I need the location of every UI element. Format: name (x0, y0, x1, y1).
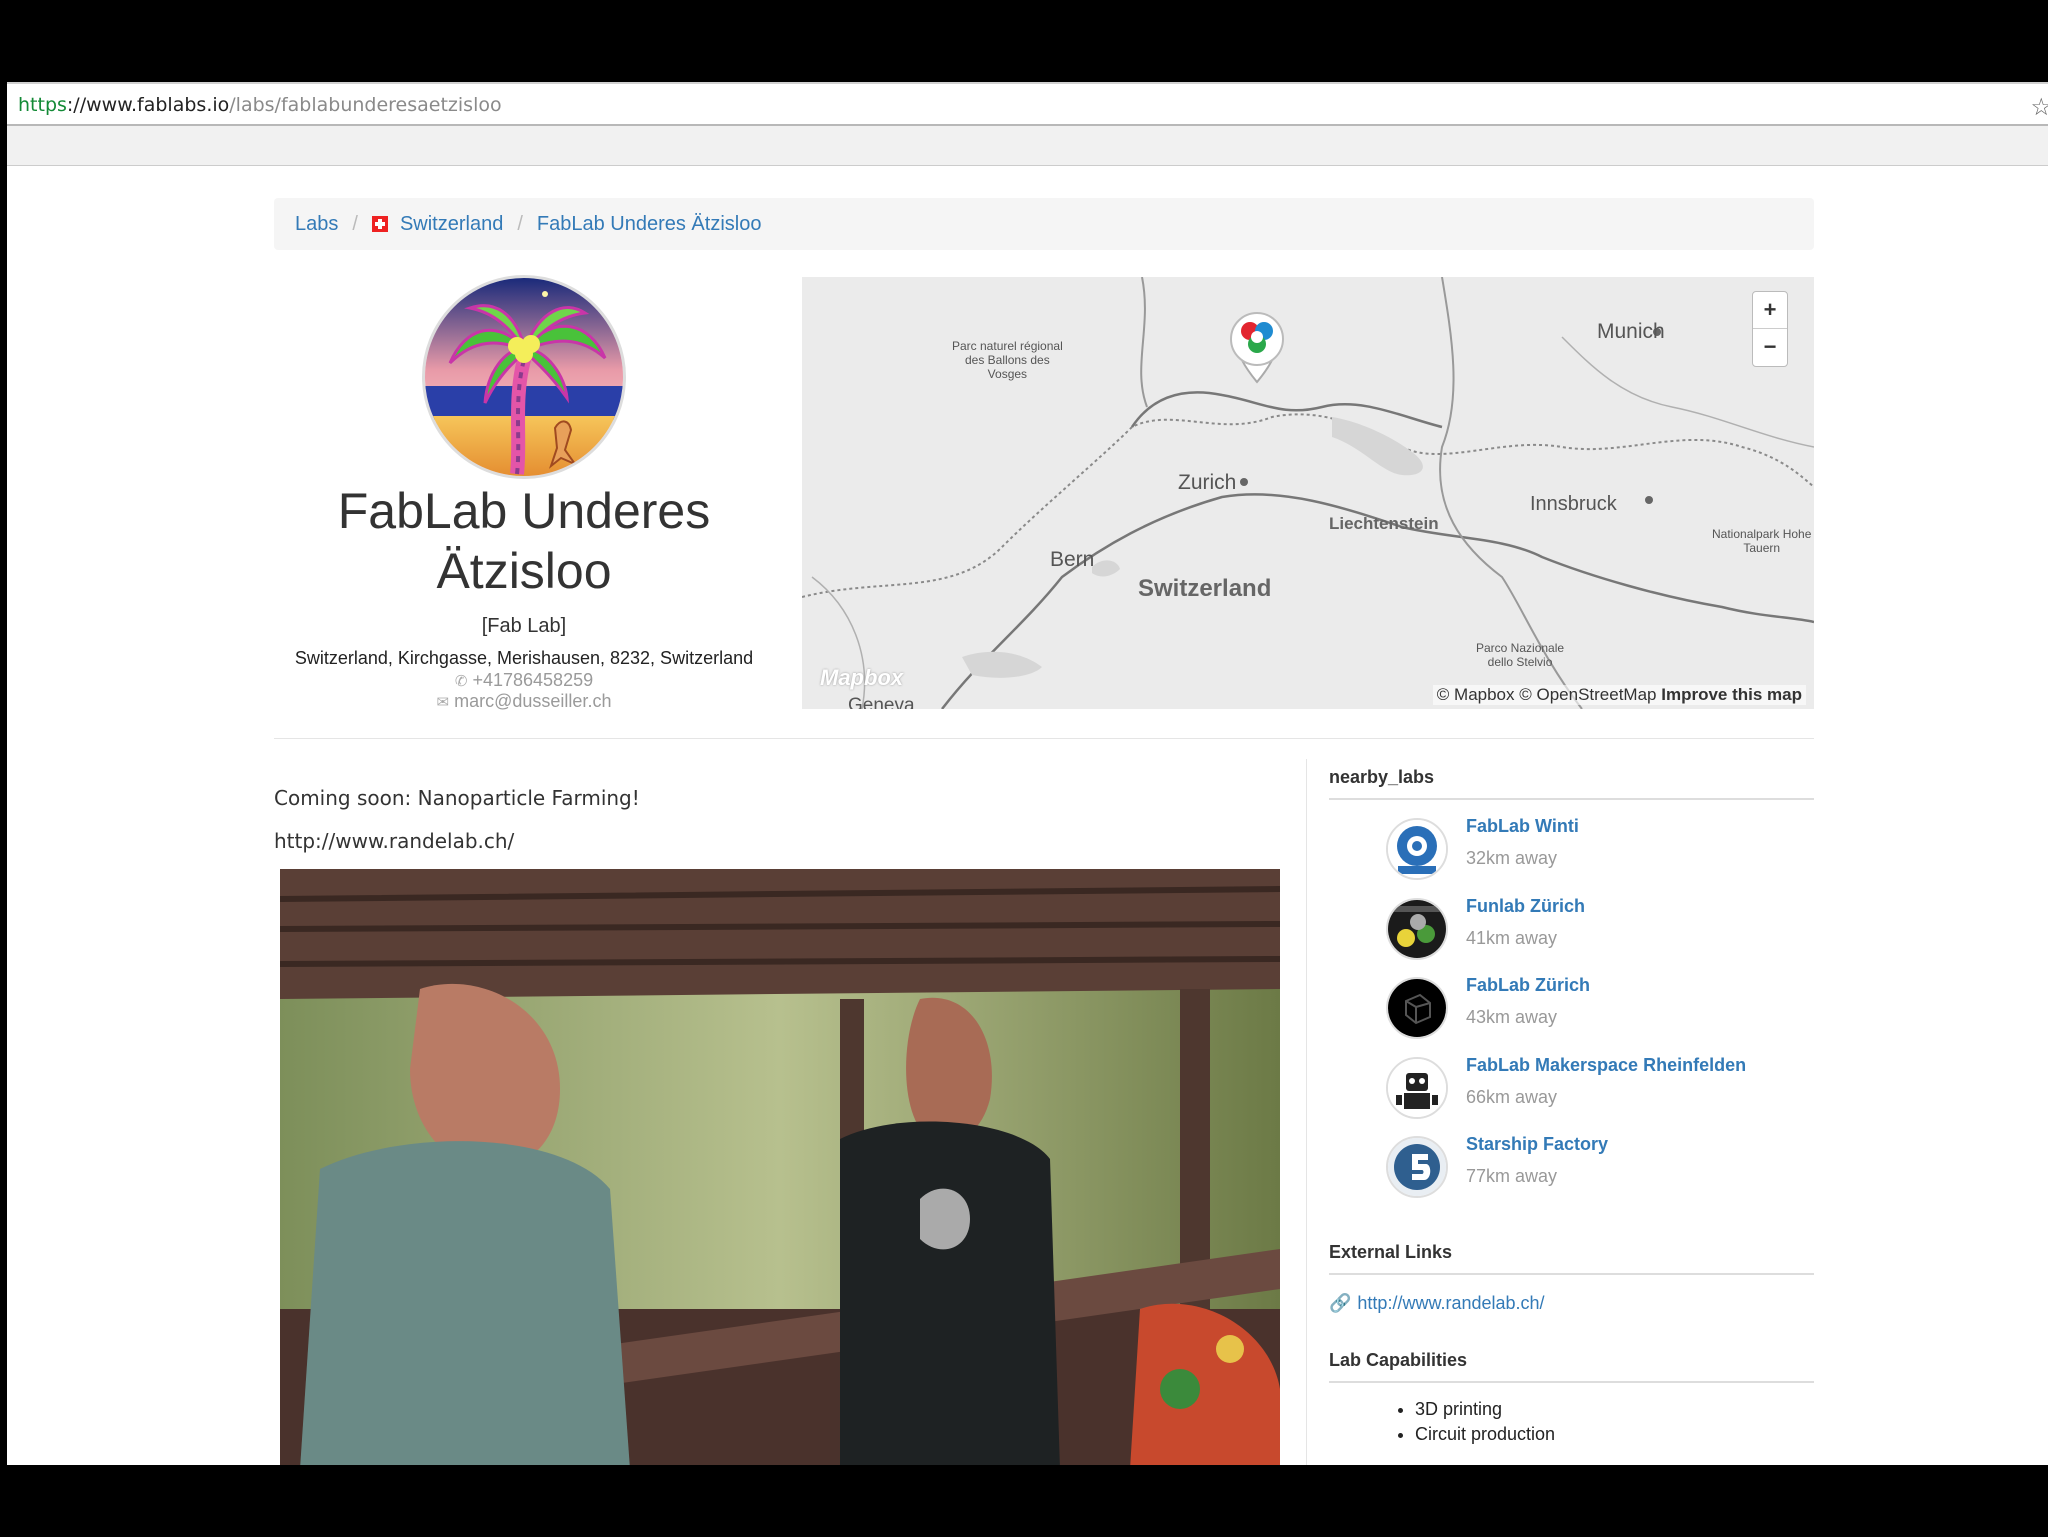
lab-title: FabLab Underes Ätzisloo (337, 483, 711, 599)
map-label-bern: Bern (1050, 548, 1095, 571)
lab-header: FabLab Underes Ätzisloo [Fab Lab] Switze… (274, 275, 774, 712)
capabilities-list: 3D printing Circuit production (1329, 1397, 1814, 1447)
lab-email[interactable]: ✉ marc@dusseiller.ch (274, 691, 774, 712)
improve-map-link[interactable]: Improve this map (1661, 685, 1802, 704)
nearby-lab-distance: 32km away (1466, 848, 1558, 868)
list-item: Circuit production (1415, 1422, 1814, 1447)
nearby-lab-link[interactable]: Funlab Zürich (1466, 896, 1585, 917)
lab-address: Switzerland, Kirchgasse, Merishausen, 82… (294, 648, 754, 668)
zoom-in-button[interactable]: + (1753, 292, 1787, 329)
nearby-lab-distance: 41km away (1466, 927, 1558, 948)
envelope-icon: ✉ (436, 694, 450, 711)
map-label-zurich: Zurich (1178, 471, 1237, 494)
page-content: Labs / Switzerland / FabLab Underes Ätzi… (7, 167, 2048, 1465)
breadcrumb-separator: / (352, 212, 358, 235)
breadcrumb: Labs / Switzerland / FabLab Underes Ätzi… (274, 198, 1814, 250)
bookmarks-bar (7, 126, 2048, 166)
nearby-lab-item[interactable]: FabLab Makerspace Rheinfelden 66km away (1329, 1049, 1814, 1129)
nearby-lab-link[interactable]: FabLab Makerspace Rheinfelden (1466, 1055, 1746, 1076)
nearby-labs-heading: nearby_labs (1329, 767, 1814, 800)
browser-window: https://www.fablabs.io/labs/fablabundere… (7, 82, 2048, 1465)
breadcrumb-country[interactable]: Switzerland (400, 213, 503, 236)
zoom-out-button[interactable]: − (1753, 329, 1787, 366)
nearby-lab-item[interactable]: Starship Factory 77km away (1329, 1128, 1814, 1208)
map-label-ballons: Parc naturel régional des Ballons des Vo… (952, 339, 1063, 381)
map-label-munich: Munich (1597, 320, 1665, 343)
lab-capabilities-heading: Lab Capabilities (1329, 1350, 1814, 1383)
nearby-lab-item[interactable]: FabLab Winti 32km away (1329, 810, 1814, 890)
link-icon: 🔗 (1329, 1292, 1352, 1313)
description-url: http://www.randelab.ch/ (274, 829, 515, 853)
bookmark-star-icon[interactable]: ☆ (2030, 93, 2048, 122)
map-label-stelvio: Parco Nazionale dello Stelvio (1476, 641, 1565, 669)
mapbox-logo[interactable]: Mapbox (820, 665, 903, 691)
lab-photo (280, 869, 1280, 1465)
list-item: 3D printing (1415, 1397, 1814, 1422)
external-links-heading: External Links (1329, 1242, 1814, 1275)
lab-logo (422, 275, 626, 479)
sidebar: nearby_labs FabLab Winti 32km away Funla… (1329, 767, 1814, 1447)
url-text[interactable]: https://www.fablabs.io/labs/fablabundere… (18, 94, 502, 116)
nearby-lab-item[interactable]: FabLab Zürich 43km away (1329, 969, 1814, 1049)
lab-avatar[interactable] (1386, 977, 1448, 1039)
phone-icon: ✆ (454, 673, 468, 690)
lab-phone[interactable]: ✆ +41786458259 (274, 670, 774, 691)
map-zoom-control: + − (1752, 291, 1788, 367)
map-label-switzerland: Switzerland (1138, 575, 1272, 602)
map-label-geneva: Geneva (848, 695, 915, 709)
lab-avatar[interactable] (1386, 897, 1448, 960)
map-attribution: © Mapbox © OpenStreetMap Improve this ma… (1432, 685, 1806, 705)
lab-kind: [Fab Lab] (481, 615, 567, 637)
location-map[interactable]: Munich Zurich Bern Switzerland Liechtens… (802, 277, 1814, 709)
lab-description: Coming soon: Nanoparticle Farming! http:… (274, 784, 640, 870)
nearby-lab-link[interactable]: Starship Factory (1466, 1134, 1608, 1155)
map-label-tauern: Nationalpark Hohe Tauern (1712, 527, 1812, 555)
nearby-labs-list: FabLab Winti 32km away Funlab Zürich 41k… (1329, 810, 1814, 1208)
lab-avatar[interactable] (1386, 818, 1448, 880)
breadcrumb-labs[interactable]: Labs (295, 213, 338, 236)
nearby-lab-distance: 77km away (1466, 1166, 1558, 1186)
nearby-lab-link[interactable]: FabLab Winti (1466, 816, 1579, 837)
nearby-lab-distance: 43km away (1466, 1007, 1558, 1027)
external-link[interactable]: 🔗 http://www.randelab.ch/ (1329, 1293, 1814, 1314)
lab-avatar[interactable] (1386, 1056, 1448, 1119)
description-text: Coming soon: Nanoparticle Farming! (274, 786, 640, 810)
nearby-lab-link[interactable]: FabLab Zürich (1466, 975, 1590, 996)
swiss-flag-icon (371, 216, 388, 232)
breadcrumb-current-lab[interactable]: FabLab Underes Ätzisloo (537, 213, 762, 236)
nearby-lab-item[interactable]: Funlab Zürich 41km away (1329, 890, 1814, 970)
lab-avatar[interactable] (1386, 1136, 1448, 1198)
section-divider (274, 738, 1814, 739)
breadcrumb-separator: / (517, 212, 523, 235)
column-divider (1306, 759, 1307, 1465)
address-bar[interactable]: https://www.fablabs.io/labs/fablabundere… (7, 82, 2048, 126)
map-label-innsbruck: Innsbruck (1530, 493, 1617, 515)
nearby-lab-distance: 66km away (1466, 1086, 1558, 1107)
map-label-liechtenstein: Liechtenstein (1329, 514, 1439, 533)
